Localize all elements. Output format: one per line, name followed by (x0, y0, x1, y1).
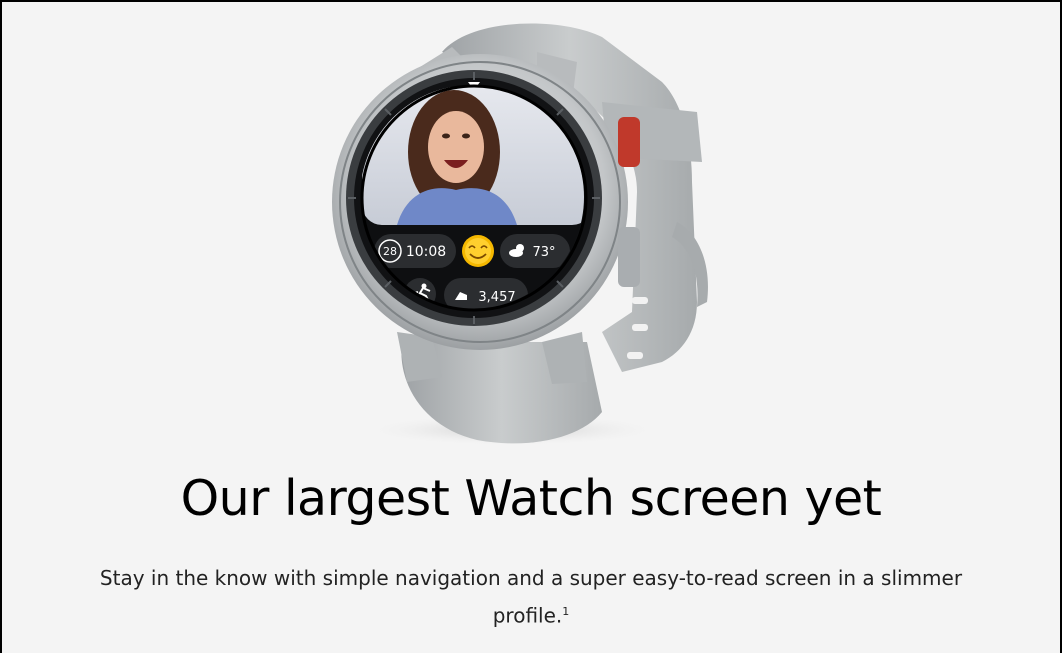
footnote-marker[interactable]: 1 (562, 605, 569, 618)
section-description: Stay in the know with simple navigation … (62, 562, 1000, 633)
product-feature-section: 28 10:08 73° 3,457 Our largest Watch scr… (0, 0, 1062, 653)
weather-text: 73° (532, 245, 555, 260)
back-button (618, 227, 640, 287)
section-title: Our largest Watch screen yet (180, 470, 882, 527)
galaxy-watch-image: 28 10:08 73° 3,457 (332, 23, 708, 446)
description-text: Stay in the know with simple navigation … (99, 566, 963, 628)
time-text: 10:08 (406, 244, 446, 260)
home-button (618, 117, 640, 167)
date-text: 28 (383, 245, 397, 258)
